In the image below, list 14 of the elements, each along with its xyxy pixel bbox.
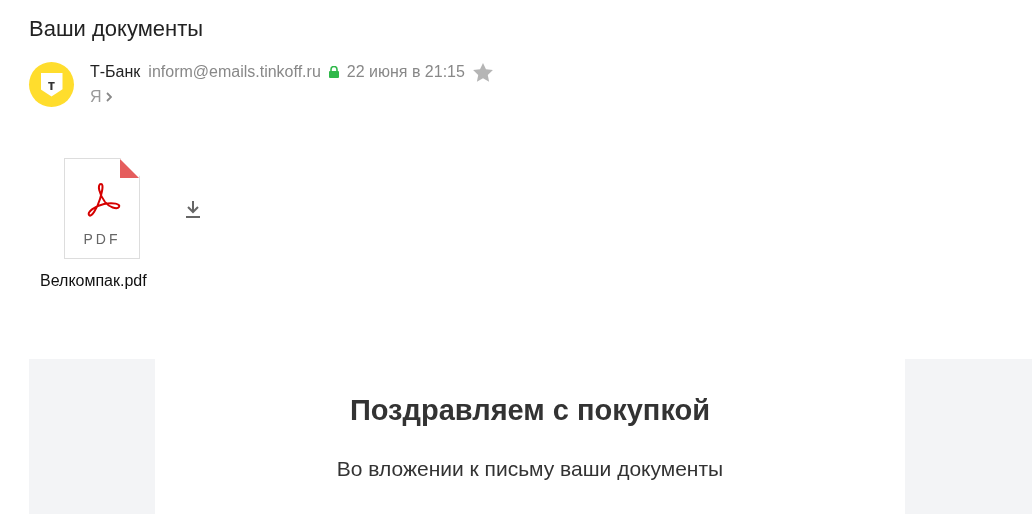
- attachment-filename[interactable]: Велкомпак.pdf: [40, 269, 147, 293]
- banner-text: Во вложении к письму ваши документы: [336, 455, 724, 482]
- sender-avatar[interactable]: т: [29, 62, 74, 107]
- chevron-right-icon[interactable]: [105, 92, 112, 102]
- sender-name[interactable]: Т-Банк: [90, 62, 141, 82]
- pdf-file-icon[interactable]: PDF: [64, 158, 140, 259]
- download-icon[interactable]: [185, 199, 201, 218]
- banner-heading: Поздравляем с покупкой: [349, 393, 711, 428]
- file-type-label: PDF: [83, 230, 121, 249]
- email-subject: Ваши документы: [29, 15, 204, 43]
- email-date: 22 июня в 21:15: [346, 62, 465, 82]
- star-icon[interactable]: [472, 62, 493, 82]
- sender-email[interactable]: inform@emails.tinkoff.ru: [148, 62, 321, 82]
- logo-letter: т: [47, 77, 56, 92]
